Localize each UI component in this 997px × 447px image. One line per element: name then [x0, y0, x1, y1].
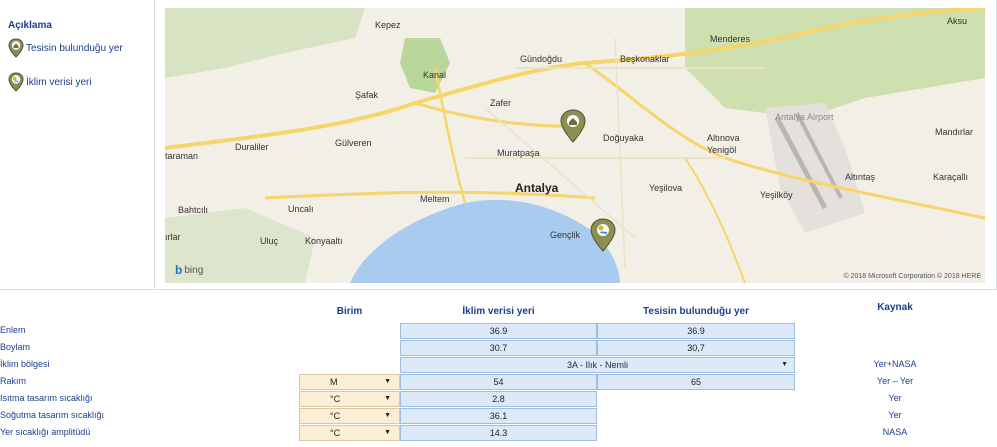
place-label: Konyaaltı: [305, 236, 343, 246]
climate-elevation-field[interactable]: 54: [400, 374, 597, 390]
legend-item-climate: İklim verisi yeri: [8, 71, 154, 93]
place-label: Yeşilova: [649, 183, 683, 193]
site-latitude-field[interactable]: 36.9: [597, 323, 795, 339]
climate-heating-field[interactable]: 2.8: [400, 391, 597, 407]
table-row-longitude: Boylam 30.7 30,7: [0, 340, 997, 356]
climate-zone-value: 3A - Ilık - Nemli: [566, 360, 628, 370]
table-row-cooling-design: Soğutma tasarım sıcaklığı °C ▼ 36.1 Yer: [0, 408, 997, 424]
climate-longitude-field[interactable]: 30.7: [400, 340, 597, 356]
site-marker-icon: [560, 109, 586, 143]
place-label: Antalya Airport: [775, 112, 834, 122]
table-row-climate-zone: İklim bölgesi 3A - Ilık - Nemli ▼ Yer+NA…: [0, 357, 997, 373]
chevron-down-icon: ▼: [384, 412, 391, 419]
climate-cooling-field[interactable]: 36.1: [400, 408, 597, 424]
row-label: Yer sıcaklığı amplitüdü: [0, 427, 91, 437]
place-label: Gençlik: [550, 230, 581, 240]
place-label: Duraliler: [235, 142, 269, 152]
legend-item-climate-label: İklim verisi yeri: [26, 76, 92, 88]
unit-value: °C: [330, 428, 341, 438]
header-climate: İklim verisi yeri: [462, 306, 535, 317]
place-label: Mandırlar: [935, 127, 974, 137]
climate-zone-select[interactable]: 3A - Ilık - Nemli ▼: [400, 357, 795, 373]
bing-label: bing: [184, 264, 204, 276]
weather-pin-icon: [8, 72, 24, 92]
legend-item-site: Tesisin bulunduğu yer: [8, 37, 154, 59]
place-label: Yenigöl: [707, 145, 737, 155]
chevron-down-icon: ▼: [384, 429, 391, 436]
place-label: Aksu: [947, 16, 968, 26]
place-label: Uluç: [260, 236, 279, 246]
elevation-unit-select[interactable]: M ▼: [299, 374, 400, 390]
chevron-down-icon: ▼: [384, 395, 391, 402]
table-row-heating-design: Isıtma tasarım sıcaklığı °C ▼ 2.8 Yer: [0, 391, 997, 407]
place-label: Yeşilköy: [760, 190, 793, 200]
place-label: Bahtcılı: [178, 205, 209, 215]
source-text: Yer: [888, 393, 902, 403]
row-label: Boylam: [0, 342, 31, 352]
site-longitude-field[interactable]: 30,7: [597, 340, 795, 356]
place-label: Uncalı: [288, 204, 314, 214]
ground-unit-select[interactable]: °C ▼: [299, 425, 400, 441]
legend-panel: Açıklama Tesisin bulunduğu yer İklim ver…: [0, 0, 155, 290]
place-label: Altıntaş: [845, 172, 876, 182]
legend-title: Açıklama: [8, 20, 52, 31]
place-label: ırlar: [165, 232, 181, 242]
header-source: Kaynak: [877, 302, 913, 313]
place-label: Zafer: [490, 98, 512, 108]
unit-value: °C: [330, 394, 341, 404]
place-label: Meltem: [420, 194, 450, 204]
source-text: Yer: [888, 410, 902, 420]
table-row-latitude: Enlem 36.9 36.9: [0, 323, 997, 339]
table-row-ground-amplitude: Yer sıcaklığı amplitüdü °C ▼ 14.3 NASA: [0, 425, 997, 441]
map-copyright: © 2018 Microsoft Corporation © 2018 HERE: [843, 273, 981, 280]
place-label: Muratpaşa: [497, 148, 540, 158]
place-label: Altınova: [707, 133, 740, 143]
bing-logo: b bing: [175, 263, 204, 277]
heating-unit-select[interactable]: °C ▼: [299, 391, 400, 407]
place-label: Menderes: [710, 34, 751, 44]
place-label: Beşkonaklar: [620, 54, 670, 64]
chevron-down-icon: ▼: [781, 361, 788, 368]
place-label: Kepez: [375, 20, 401, 30]
row-label: Rakım: [0, 376, 27, 386]
unit-value: M: [330, 377, 338, 387]
top-panel: Açıklama Tesisin bulunduğu yer İklim ver…: [0, 0, 997, 290]
row-label: Soğutma tasarım sıcaklığı: [0, 410, 105, 420]
source-text: Yer+NASA: [873, 359, 917, 369]
data-table: Birim İklim verisi yeri Tesisin bulunduğ…: [0, 290, 997, 447]
map-canvas: [165, 8, 985, 283]
row-label: Isıtma tasarım sıcaklığı: [0, 393, 93, 403]
site-elevation-field[interactable]: 65: [597, 374, 795, 390]
source-text: NASA: [882, 427, 908, 437]
place-label: Şafak: [355, 90, 379, 100]
map-frame: Kepez Aksu Gündoğdu Menderes Beşkonaklar…: [155, 0, 997, 290]
place-label: Gülveren: [335, 138, 372, 148]
cooling-unit-select[interactable]: °C ▼: [299, 408, 400, 424]
header-unit: Birim: [336, 306, 363, 317]
place-label: Karaçallı: [933, 172, 969, 182]
home-pin-icon: [8, 38, 24, 58]
header-site: Tesisin bulunduğu yer: [643, 306, 749, 317]
climate-latitude-field[interactable]: 36.9: [400, 323, 597, 339]
legend-item-site-label: Tesisin bulunduğu yer: [26, 42, 123, 54]
place-label: Antalya: [515, 181, 559, 195]
map[interactable]: Kepez Aksu Gündoğdu Menderes Beşkonaklar…: [165, 8, 985, 283]
place-label: Kanal: [423, 70, 447, 80]
place-label: Gündoğdu: [520, 54, 563, 64]
row-label: İklim bölgesi: [0, 359, 50, 369]
unit-value: °C: [330, 411, 341, 421]
place-label: Doğuyaka: [603, 133, 644, 143]
source-text: Yer – Yer: [876, 376, 914, 386]
row-label: Enlem: [0, 325, 26, 335]
chevron-down-icon: ▼: [384, 378, 391, 385]
climate-ground-field[interactable]: 14.3: [400, 425, 597, 441]
table-row-elevation: Rakım M ▼ 54 65 Yer – Yer: [0, 374, 997, 390]
place-label: taraman: [165, 151, 199, 161]
